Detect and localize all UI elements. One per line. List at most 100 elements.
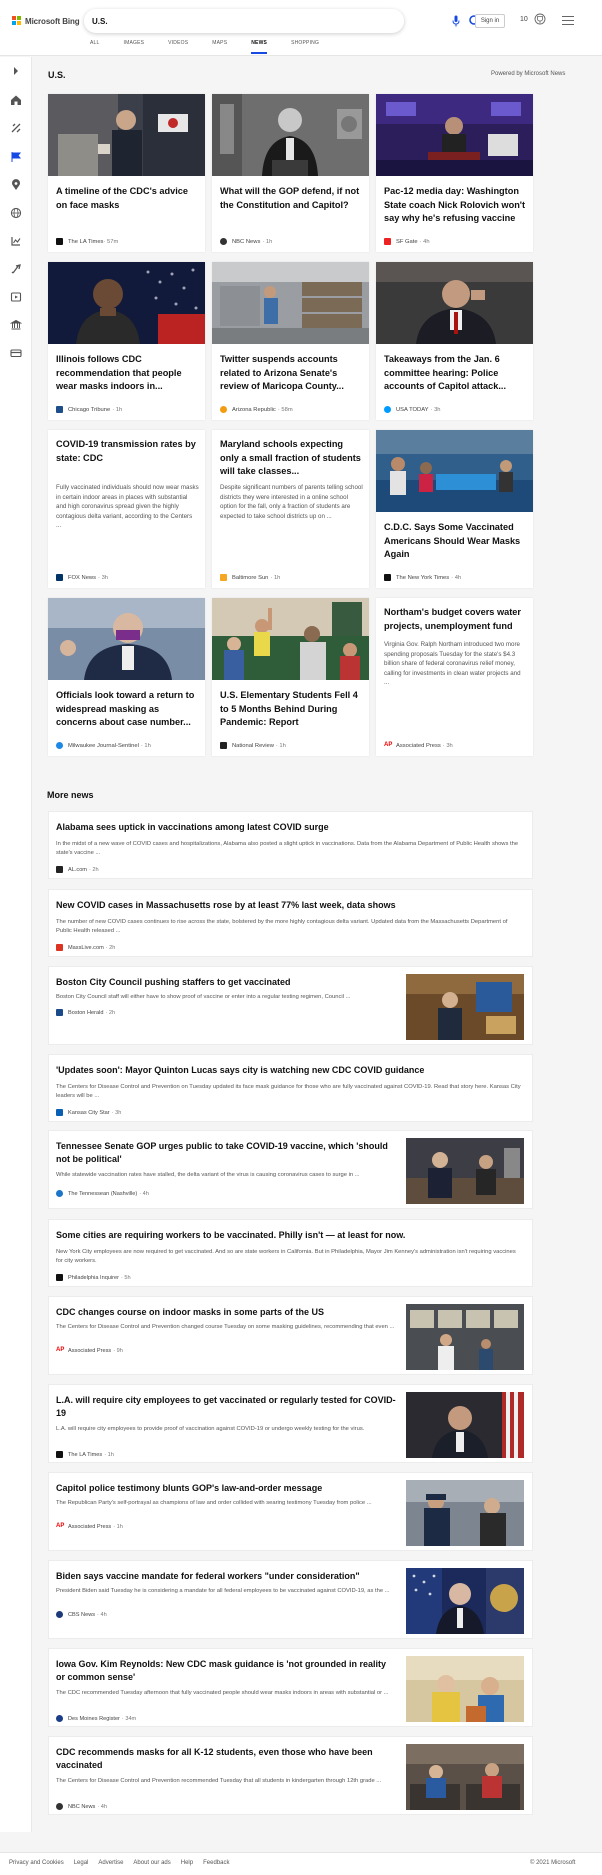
- news-card[interactable]: Illinois follows CDC recommendation that…: [48, 262, 205, 420]
- search-input[interactable]: [92, 14, 352, 28]
- news-title[interactable]: CDC changes course on indoor masks in so…: [56, 1306, 396, 1319]
- card-title[interactable]: Officials look toward a return to widesp…: [56, 689, 199, 730]
- news-card[interactable]: Takeaways from the Jan. 6 committee hear…: [376, 262, 533, 420]
- news-item[interactable]: L.A. will require city employees to get …: [48, 1384, 533, 1463]
- card-source[interactable]: The LA Times · 57m: [56, 238, 118, 245]
- bing-logo[interactable]: Microsoft Bing: [12, 14, 80, 28]
- flag-icon[interactable]: [10, 151, 22, 163]
- footer-link-privacy[interactable]: Privacy and Cookies: [9, 1860, 64, 1866]
- news-card[interactable]: What will the GOP defend, if not the Con…: [212, 94, 369, 252]
- card-source[interactable]: Chicago Tribune · 1h: [56, 406, 122, 413]
- home-icon[interactable]: [10, 94, 22, 106]
- card-source[interactable]: USA TODAY · 3h: [384, 406, 441, 413]
- card-title[interactable]: U.S. Elementary Students Fell 4 to 5 Mon…: [220, 689, 363, 730]
- news-card[interactable]: U.S. Elementary Students Fell 4 to 5 Mon…: [212, 598, 369, 756]
- news-source[interactable]: Boston Herald · 2h: [56, 1009, 115, 1016]
- news-item[interactable]: Boston City Council pushing staffers to …: [48, 966, 533, 1045]
- card-source[interactable]: Baltimore Sun · 1h: [220, 574, 280, 581]
- globe-icon[interactable]: [10, 207, 22, 219]
- tab-maps[interactable]: MAPS: [212, 40, 227, 54]
- card-title[interactable]: Takeaways from the Jan. 6 committee hear…: [384, 353, 527, 394]
- footer-link-about-ads[interactable]: About our ads: [133, 1860, 170, 1866]
- news-card[interactable]: Officials look toward a return to widesp…: [48, 598, 205, 756]
- card-title[interactable]: A timeline of the CDC's advice on face m…: [56, 185, 199, 212]
- news-title[interactable]: New COVID cases in Massachusetts rose by…: [56, 899, 524, 912]
- expand-icon[interactable]: [10, 65, 22, 77]
- news-card[interactable]: Maryland schools expecting only a small …: [212, 430, 369, 588]
- news-card[interactable]: Northam's budget covers water projects, …: [376, 598, 533, 756]
- news-title[interactable]: CDC recommends masks for all K-12 studen…: [56, 1746, 396, 1772]
- news-item[interactable]: Alabama sees uptick in vaccinations amon…: [48, 811, 533, 879]
- card-title[interactable]: C.D.C. Says Some Vaccinated Americans Sh…: [384, 521, 527, 562]
- news-source[interactable]: NBC News · 4h: [56, 1803, 107, 1810]
- news-source[interactable]: CBS News · 4h: [56, 1611, 107, 1618]
- news-card[interactable]: C.D.C. Says Some Vaccinated Americans Sh…: [376, 430, 533, 588]
- menu-icon[interactable]: [562, 16, 574, 25]
- microphone-icon[interactable]: [452, 15, 460, 27]
- news-title[interactable]: Some cities are requiring workers to be …: [56, 1229, 524, 1242]
- entertainment-icon[interactable]: [10, 291, 22, 303]
- news-title[interactable]: Alabama sees uptick in vaccinations amon…: [56, 821, 524, 834]
- footer-link-help[interactable]: Help: [181, 1860, 193, 1866]
- tab-all[interactable]: ALL: [90, 40, 100, 54]
- powered-by-label[interactable]: Powered by Microsoft News: [491, 71, 565, 77]
- news-source[interactable]: Philadelphia Inquirer · 5h: [56, 1274, 131, 1281]
- science-icon[interactable]: [10, 263, 22, 275]
- card-source[interactable]: SF Gate · 4h: [384, 238, 430, 245]
- news-card[interactable]: A timeline of the CDC's advice on face m…: [48, 94, 205, 252]
- news-title[interactable]: Biden says vaccine mandate for federal w…: [56, 1570, 396, 1583]
- news-card[interactable]: COVID-19 transmission rates by state: CD…: [48, 430, 205, 588]
- news-item[interactable]: Iowa Gov. Kim Reynolds: New CDC mask gui…: [48, 1648, 533, 1727]
- card-source[interactable]: FOX News · 3h: [56, 574, 108, 581]
- tab-images[interactable]: IMAGES: [124, 40, 145, 54]
- footer-link-feedback[interactable]: Feedback: [203, 1860, 229, 1866]
- news-item[interactable]: Capitol police testimony blunts GOP's la…: [48, 1472, 533, 1551]
- money-icon[interactable]: [10, 347, 22, 359]
- sports-icon[interactable]: [10, 122, 22, 134]
- news-source[interactable]: AL.com · 2h: [56, 866, 99, 873]
- card-title[interactable]: Illinois follows CDC recommendation that…: [56, 353, 199, 394]
- news-item[interactable]: Some cities are requiring workers to be …: [48, 1219, 533, 1287]
- news-source[interactable]: Des Moines Register · 34m: [56, 1715, 136, 1722]
- card-source[interactable]: National Review · 1h: [220, 742, 286, 749]
- news-title[interactable]: Iowa Gov. Kim Reynolds: New CDC mask gui…: [56, 1658, 396, 1684]
- news-card[interactable]: Pac-12 media day: Washington State coach…: [376, 94, 533, 252]
- card-title[interactable]: Maryland schools expecting only a small …: [220, 438, 363, 479]
- tab-news[interactable]: NEWS: [251, 40, 268, 54]
- card-source[interactable]: Milwaukee Journal-Sentinel · 1h: [56, 742, 151, 749]
- rewards-count[interactable]: 10: [520, 16, 528, 23]
- news-source[interactable]: The LA Times · 1h: [56, 1451, 114, 1458]
- card-title[interactable]: Twitter suspends accounts related to Ari…: [220, 353, 363, 394]
- news-title[interactable]: L.A. will require city employees to get …: [56, 1394, 396, 1420]
- news-source[interactable]: MassLive.com · 2h: [56, 944, 115, 951]
- card-source[interactable]: AP Associated Press · 3h: [384, 742, 453, 749]
- tab-shopping[interactable]: SHOPPING: [291, 40, 319, 54]
- news-item[interactable]: Biden says vaccine mandate for federal w…: [48, 1560, 533, 1639]
- business-icon[interactable]: [10, 235, 22, 247]
- card-title[interactable]: Pac-12 media day: Washington State coach…: [384, 185, 527, 226]
- news-source[interactable]: The Tennessean (Nashville) · 4h: [56, 1190, 149, 1197]
- news-item[interactable]: New COVID cases in Massachusetts rose by…: [48, 889, 533, 957]
- politics-icon[interactable]: [10, 319, 22, 331]
- news-source[interactable]: Kansas City Star · 3h: [56, 1109, 121, 1116]
- card-title[interactable]: Northam's budget covers water projects, …: [384, 606, 527, 633]
- card-source[interactable]: NBC News · 1h: [220, 238, 272, 245]
- card-title[interactable]: COVID-19 transmission rates by state: CD…: [56, 438, 199, 465]
- news-card[interactable]: Twitter suspends accounts related to Ari…: [212, 262, 369, 420]
- card-source[interactable]: The New York Times · 4h: [384, 574, 461, 581]
- sign-in-button[interactable]: Sign in: [475, 14, 505, 28]
- tab-videos[interactable]: VIDEOS: [168, 40, 188, 54]
- news-item[interactable]: CDC recommends masks for all K-12 studen…: [48, 1736, 533, 1815]
- news-title[interactable]: Tennessee Senate GOP urges public to tak…: [56, 1140, 396, 1166]
- news-source[interactable]: AP Associated Press · 1h: [56, 1523, 123, 1530]
- news-item[interactable]: 'Updates soon': Mayor Quinton Lucas says…: [48, 1054, 533, 1122]
- location-icon[interactable]: [10, 179, 22, 191]
- news-source[interactable]: AP Associated Press · 9h: [56, 1347, 123, 1354]
- news-title[interactable]: Boston City Council pushing staffers to …: [56, 976, 396, 989]
- card-source[interactable]: Arizona Republic · 58m: [220, 406, 293, 413]
- footer-link-advertise[interactable]: Advertise: [98, 1860, 123, 1866]
- footer-link-legal[interactable]: Legal: [74, 1860, 89, 1866]
- rewards-trophy-icon[interactable]: [534, 13, 546, 27]
- card-title[interactable]: What will the GOP defend, if not the Con…: [220, 185, 363, 212]
- news-title[interactable]: 'Updates soon': Mayor Quinton Lucas says…: [56, 1064, 524, 1077]
